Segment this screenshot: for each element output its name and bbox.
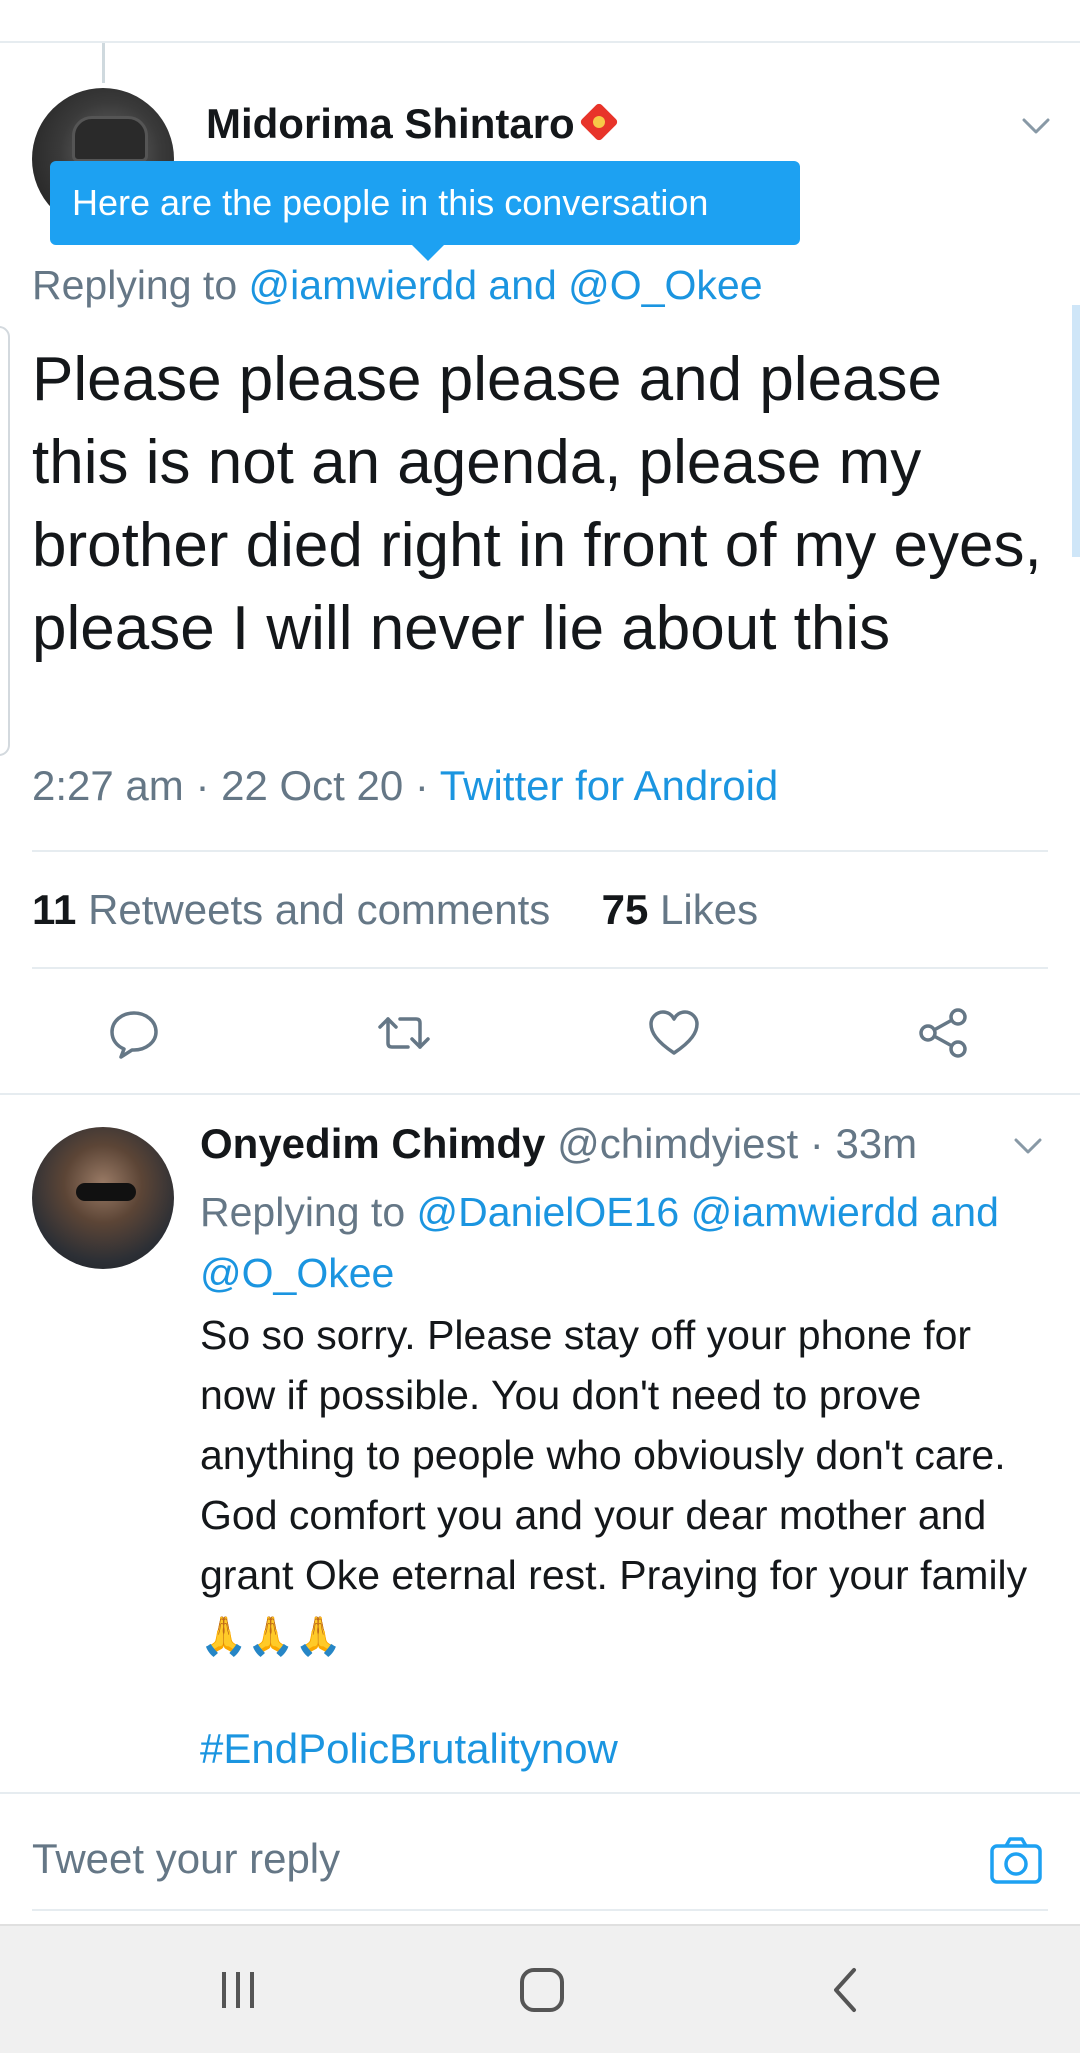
hashtag-link[interactable]: #EndPolicBrutalitynow [200,1725,618,1773]
chevron-down-icon[interactable] [1018,108,1054,144]
reply-author-handle[interactable]: @chimdyiest [557,1120,798,1167]
replying-to-line: Replying to @iamwierdd and @O_Okee [32,262,763,309]
divider [32,967,1048,969]
share-icon [919,1008,967,1058]
praying-hands-icon: 🙏🙏🙏 [200,1616,342,1658]
share-button[interactable] [916,1005,972,1061]
like-button[interactable] [646,1005,702,1061]
edge-panel-handle[interactable] [0,326,10,756]
recent-apps-icon[interactable] [212,1964,264,2016]
meta-separator: · [414,762,440,809]
divider [0,1093,1080,1095]
camera-icon[interactable] [988,1832,1044,1888]
reply-button[interactable] [106,1005,162,1061]
reply-author-avatar[interactable] [32,1127,174,1269]
reply-header: Onyedim Chimdy @chimdyiest · 33m [200,1120,917,1168]
reply-text: So so sorry. Please stay off your phone … [200,1305,1040,1667]
heart-icon [649,1010,699,1055]
system-nav-bar [0,1924,1080,2053]
back-icon[interactable] [820,1964,872,2016]
top-divider [0,41,1080,43]
reply-author-name[interactable]: Onyedim Chimdy [200,1120,545,1167]
reply-text-body: So so sorry. Please stay off your phone … [200,1312,1028,1598]
comment-icon [110,1011,158,1059]
tooltip-arrow [412,245,444,261]
author-name-text: Midorima Shintaro [206,100,575,147]
conversation-tooltip[interactable]: Here are the people in this conversation [50,161,800,245]
chevron-down-icon[interactable] [1010,1128,1046,1164]
meta-separator: · [195,762,222,809]
likes-label: Likes [660,886,759,933]
red-badge-icon [578,102,619,142]
reply-composer-input[interactable]: Tweet your reply [32,1835,340,1883]
tweet-date: 22 Oct 20 [221,762,404,809]
divider [32,850,1048,852]
tweet-stats: 11 Retweets and comments 75 Likes [32,886,758,934]
replying-prefix: Replying to [32,262,238,308]
retweet-button[interactable] [376,1005,432,1061]
replying-mentions-link[interactable]: @iamwierdd and @O_Okee [249,262,763,308]
retweets-count: 11 [32,886,77,933]
reply-age: 33m [835,1120,918,1167]
tweet-meta: 2:27 am · 22 Oct 20 · Twitter for Androi… [32,762,778,810]
tweet-source-link[interactable]: Twitter for Android [440,762,778,809]
likes-count: 75 [601,886,649,933]
divider [0,1792,1080,1794]
home-icon[interactable] [516,1964,568,2016]
likes-stat[interactable]: 75 Likes [602,886,758,933]
retweets-stat[interactable]: 11 Retweets and comments [32,886,550,933]
retweet-icon [378,1017,430,1049]
author-name[interactable]: Midorima Shintaro [206,100,619,148]
tweet-time: 2:27 am [32,762,184,809]
divider [32,1909,1048,1911]
scrollbar[interactable] [1072,305,1080,557]
thread-connector-line [102,43,105,83]
reply-replying-prefix: Replying to [200,1189,406,1235]
retweets-label: Retweets and comments [88,886,551,933]
tweet-text: Please please please and please this is … [32,345,1042,663]
reply-replying-to-line: Replying to @DanielOE16 @iamwierdd and @… [200,1182,1040,1304]
reply-separator: · [798,1120,836,1167]
